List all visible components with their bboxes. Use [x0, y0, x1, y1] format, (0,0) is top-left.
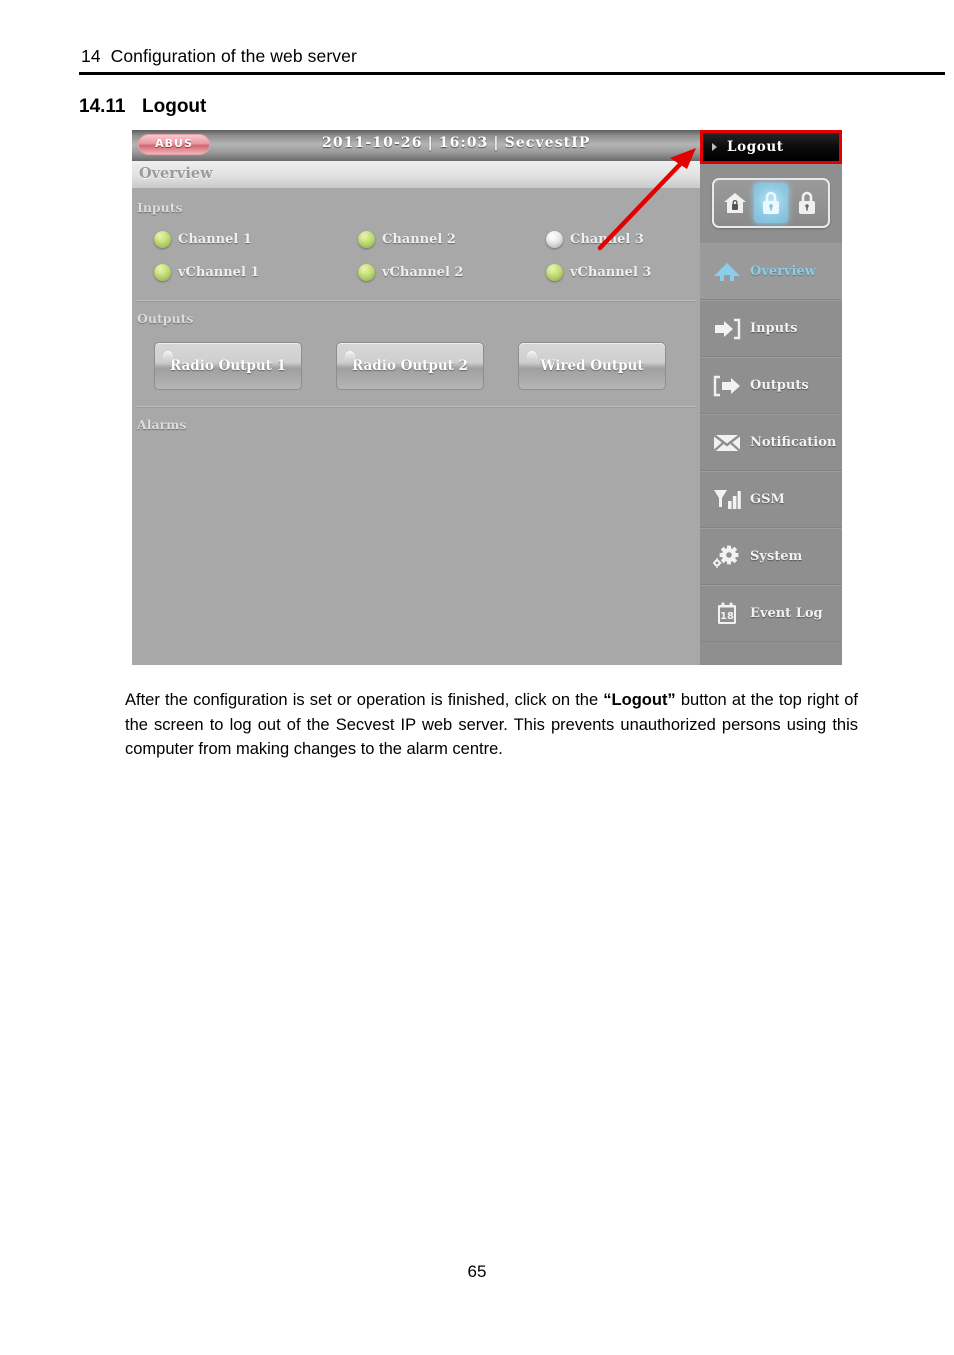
calendar-day-number: 18 [720, 611, 734, 622]
disarm-button[interactable] [754, 183, 788, 223]
status-led-icon [358, 264, 375, 281]
gear-icon [713, 543, 741, 571]
page-number: 65 [467, 1262, 487, 1281]
sidebar-item-outputs[interactable]: Outputs [700, 357, 842, 414]
output-button-label: Radio Output 2 [352, 358, 468, 374]
output-led-icon [345, 351, 355, 364]
body-text-part1: After the configuration is set or operat… [125, 691, 604, 709]
topbar-time: 16:03 [438, 135, 489, 151]
status-led-icon [154, 231, 171, 248]
app-screenshot: ABUS 2011-10-26 | 16:03 | SecvestIP Logout O… [132, 130, 842, 665]
sidebar-item-gsm[interactable]: GSM [700, 471, 842, 528]
body-paragraph: After the configuration is set or operat… [125, 688, 858, 762]
envelope-icon [713, 429, 741, 457]
calendar-icon: 18 [713, 600, 741, 628]
sidebar-item-label: Outputs [750, 378, 809, 393]
output-button-label: Radio Output 1 [170, 358, 286, 374]
sidebar-item-inputs[interactable]: Inputs [700, 300, 842, 357]
sidebar-item-event-log[interactable]: 18 Event Log [700, 585, 842, 642]
input-label: Channel 1 [178, 232, 252, 247]
sidebar-item-notification[interactable]: Notification [700, 414, 842, 471]
signal-bars-icon [713, 486, 741, 514]
input-label: Channel 2 [382, 232, 456, 247]
inputs-grid: Channel 1 Channel 2 Channel 3 vChannel 1… [154, 231, 700, 281]
sidebar-item-label: GSM [750, 492, 785, 507]
output-button-radio-1[interactable]: Radio Output 1 [154, 342, 302, 390]
topbar-device-name: SecvestIP [504, 135, 591, 151]
topbar-separator-1: | [427, 135, 434, 151]
output-button-label: Wired Output [540, 358, 644, 374]
page-header: 14 Configuration of the web server [79, 46, 945, 75]
arming-control-group [712, 178, 830, 228]
sidebar-item-overview[interactable]: Overview [700, 243, 842, 300]
page-title: 14.11 Logout [79, 96, 206, 118]
inputs-group-label: Inputs [137, 200, 183, 215]
house-lock-icon [722, 190, 748, 216]
input-label: vChannel 1 [178, 265, 260, 280]
input-vchannel-3[interactable]: vChannel 3 [546, 264, 700, 281]
sidebar-item-system[interactable]: System [700, 528, 842, 585]
arrow-in-icon [713, 315, 741, 343]
output-led-icon [163, 351, 173, 364]
arm-button[interactable] [790, 183, 824, 223]
input-channel-3[interactable]: Channel 3 [546, 231, 700, 248]
output-led-icon [527, 351, 537, 364]
status-led-icon [154, 264, 171, 281]
topbar-date: 2011-10-26 [322, 135, 423, 151]
logout-highlight-box: Logout [700, 130, 842, 164]
bullet-triangle-icon [712, 143, 717, 151]
topbar-status: 2011-10-26 | 16:03 | SecvestIP [322, 135, 591, 151]
sidebar-item-label: Overview [750, 264, 816, 279]
output-button-radio-2[interactable]: Radio Output 2 [336, 342, 484, 390]
sidebar-item-label: System [750, 549, 803, 564]
open-padlock-icon [760, 190, 782, 216]
status-led-icon [546, 231, 563, 248]
input-label: Channel 3 [570, 232, 644, 247]
header-rule [79, 72, 945, 75]
chapter-heading: 14 Configuration of the web server [79, 46, 945, 72]
app-sidebar: Overview Inputs Outputs Notification GSM… [700, 164, 842, 665]
input-channel-2[interactable]: Channel 2 [358, 231, 546, 248]
app-main-content: Inputs Channel 1 Channel 2 Channel 3 vCh… [132, 188, 700, 665]
input-channel-1[interactable]: Channel 1 [154, 231, 358, 248]
section-number: 14.11 [79, 96, 126, 117]
home-icon [713, 258, 741, 286]
section-title-text: Logout [142, 96, 207, 117]
output-button-wired[interactable]: Wired Output [518, 342, 666, 390]
input-label: vChannel 3 [570, 265, 652, 280]
status-led-icon [546, 264, 563, 281]
app-page-title: Overview [132, 161, 700, 188]
logout-button[interactable]: Logout [703, 133, 839, 161]
body-text-bold: “Logout” [603, 691, 676, 709]
closed-padlock-icon [796, 190, 818, 216]
sidebar-item-label: Notification [750, 435, 837, 450]
outputs-row: Radio Output 1 Radio Output 2 Wired Outp… [154, 342, 700, 390]
arrow-out-icon [713, 372, 741, 400]
topbar-separator-2: | [493, 135, 500, 151]
chapter-number: 14 [81, 46, 101, 66]
logout-button-label: Logout [727, 139, 784, 155]
input-label: vChannel 2 [382, 265, 464, 280]
alarms-group-label: Alarms [137, 417, 187, 432]
partial-arm-button[interactable] [718, 183, 752, 223]
input-vchannel-2[interactable]: vChannel 2 [358, 264, 546, 281]
app-top-bar: ABUS 2011-10-26 | 16:03 | SecvestIP [132, 130, 700, 161]
chapter-title: Configuration of the web server [110, 46, 357, 66]
input-vchannel-1[interactable]: vChannel 1 [154, 264, 358, 281]
outputs-group-label: Outputs [137, 311, 194, 326]
sidebar-item-label: Event Log [750, 606, 823, 621]
abus-logo: ABUS [138, 134, 210, 155]
status-led-icon [358, 231, 375, 248]
sidebar-item-label: Inputs [750, 321, 798, 336]
